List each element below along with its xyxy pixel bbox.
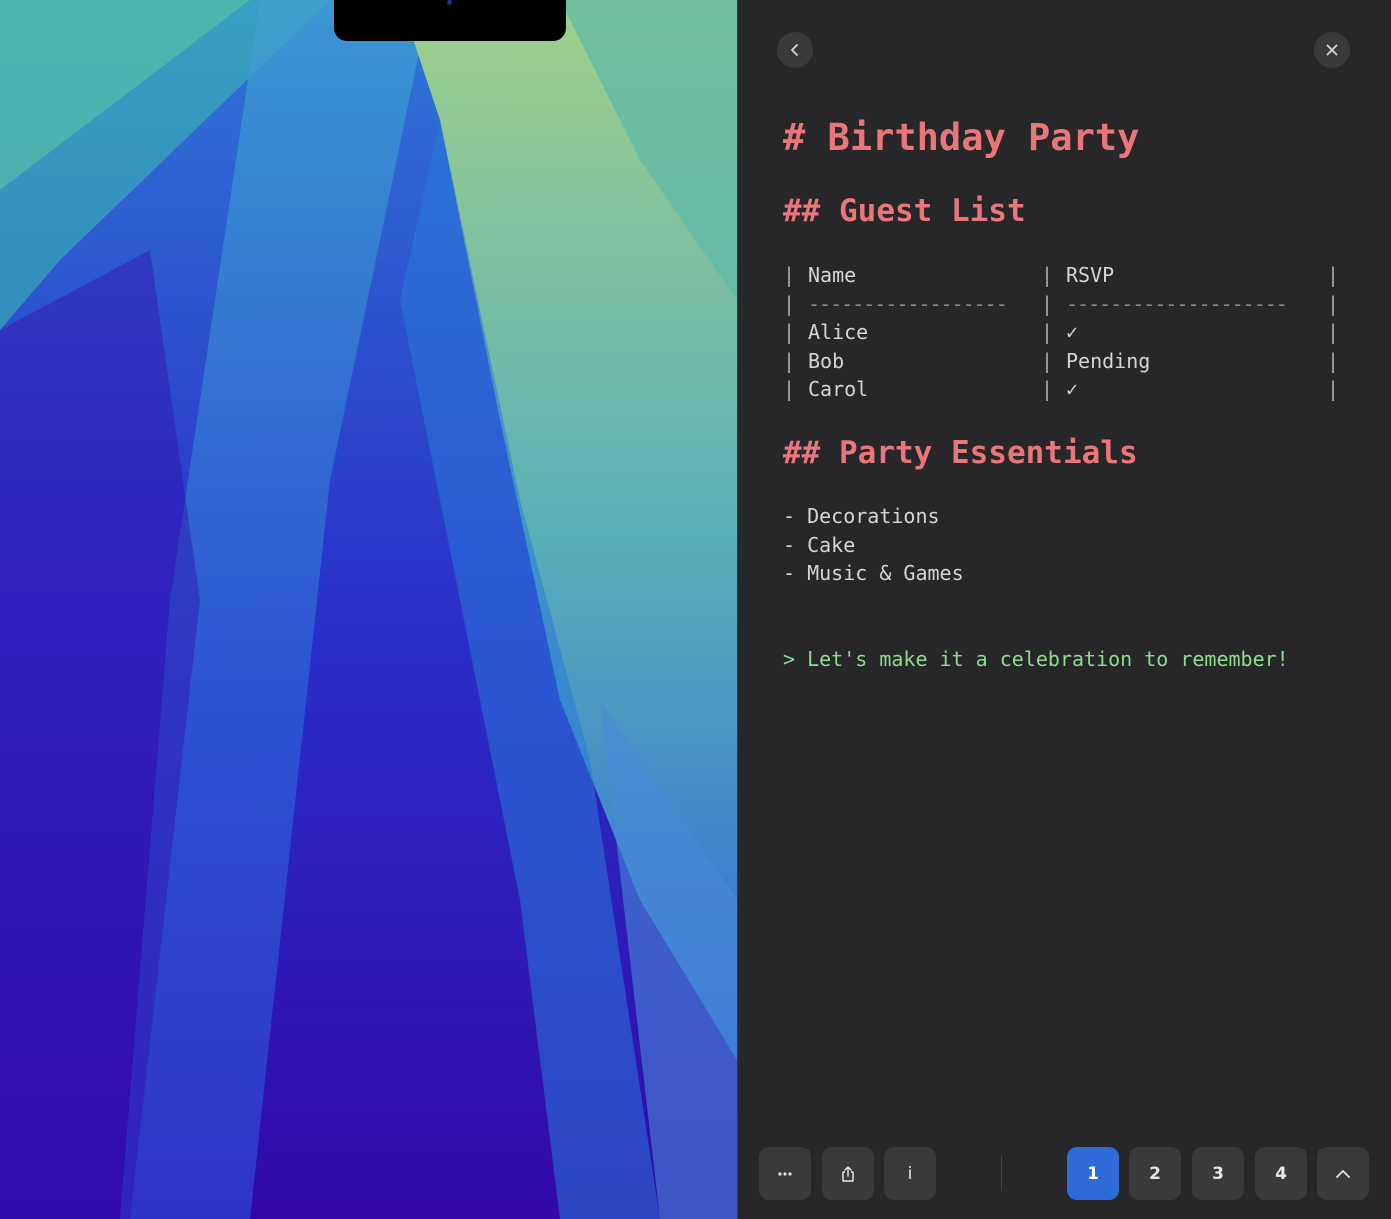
document-title: # Birthday Party <box>783 116 1140 159</box>
camera-notch <box>334 0 566 41</box>
close-button[interactable] <box>1314 32 1350 68</box>
table-header-name: Name <box>808 263 857 287</box>
collapse-button[interactable] <box>1317 1147 1369 1200</box>
table-pipe: | <box>783 349 796 373</box>
page-4-button[interactable]: 4 <box>1255 1147 1307 1200</box>
table-pipe: | <box>1327 377 1340 401</box>
table-pipe: | <box>783 377 796 401</box>
page-2-button[interactable]: 2 <box>1129 1147 1181 1200</box>
table-cell-name: Alice <box>808 320 869 344</box>
table-cell-rsvp: Pending <box>1066 349 1151 373</box>
table-row: | Bob | Pending | <box>783 347 1343 375</box>
table-cell-rsvp: ✓ <box>1066 320 1079 344</box>
table-pipe: | <box>1327 292 1340 316</box>
ellipsis-icon <box>778 1171 792 1176</box>
table-pipe: | <box>1041 263 1054 287</box>
desktop-wallpaper <box>0 0 737 1219</box>
info-button[interactable]: i <box>884 1147 936 1200</box>
table-separator: ------------------ <box>808 292 1008 316</box>
table-pipe: | <box>783 263 796 287</box>
wallpaper-art <box>0 0 737 1219</box>
table-pipe: | <box>1041 349 1054 373</box>
table-pipe: | <box>783 320 796 344</box>
blockquote: > Let's make it a celebration to remembe… <box>783 647 1289 671</box>
camera-icon <box>447 0 452 5</box>
table-pipe: | <box>783 292 796 316</box>
table-cell-name: Bob <box>808 349 845 373</box>
guest-list-heading: ## Guest List <box>783 193 1026 229</box>
table-row: | Alice | ✓ | <box>783 318 1343 346</box>
chevron-left-icon <box>791 44 798 56</box>
list-item: - Music & Games <box>783 561 964 585</box>
page-3-button[interactable]: 3 <box>1192 1147 1244 1200</box>
table-pipe: | <box>1041 292 1054 316</box>
table-header-row: | Name | RSVP | <box>783 261 1343 289</box>
table-cell-rsvp: ✓ <box>1066 377 1079 401</box>
list-item: - Cake <box>783 533 856 557</box>
table-row: | Carol | ✓ | <box>783 375 1343 403</box>
chevron-up-icon <box>1336 1169 1350 1178</box>
close-icon <box>1326 44 1338 56</box>
share-icon <box>842 1165 854 1182</box>
toolbar-divider <box>1001 1156 1002 1191</box>
table-pipe: | <box>1041 320 1054 344</box>
list-item: - Decorations <box>783 504 940 528</box>
table-cell-name: Carol <box>808 377 869 401</box>
table-pipe: | <box>1327 349 1340 373</box>
table-pipe: | <box>1041 377 1054 401</box>
markdown-preview-panel: # Birthday Party ## Guest List | Name | … <box>737 0 1391 1219</box>
table-header-rsvp: RSVP <box>1066 263 1115 287</box>
table-separator-row: | ------------------ | -----------------… <box>783 290 1343 318</box>
more-button[interactable] <box>759 1147 811 1200</box>
back-button[interactable] <box>777 32 813 68</box>
page-1-button[interactable]: 1 <box>1067 1147 1119 1200</box>
party-essentials-heading: ## Party Essentials <box>783 435 1138 471</box>
table-separator: -------------------- <box>1066 292 1288 316</box>
share-button[interactable] <box>822 1147 874 1200</box>
table-pipe: | <box>1327 320 1340 344</box>
table-pipe: | <box>1327 263 1340 287</box>
